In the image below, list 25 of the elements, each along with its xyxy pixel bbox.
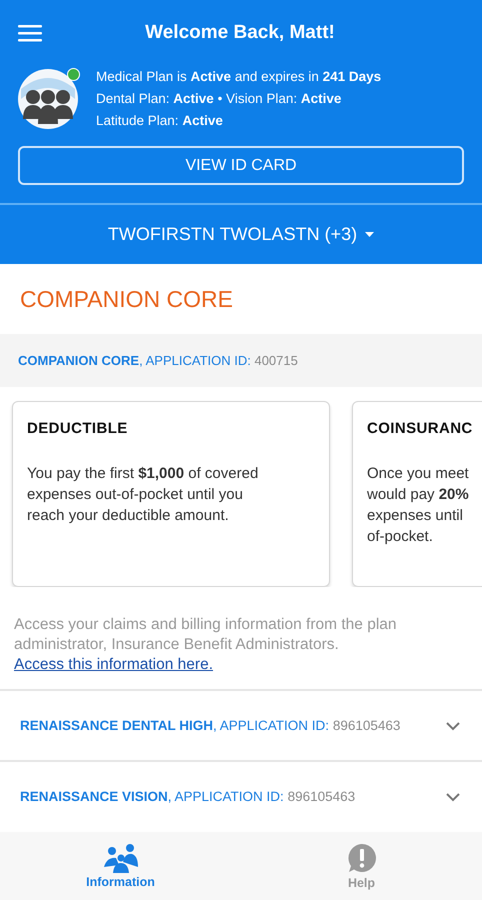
help-icon — [346, 842, 378, 874]
card-title: DEDUCTIBLE — [27, 420, 129, 437]
people-icon — [102, 843, 138, 873]
group-avatar-icon — [18, 69, 78, 129]
application-id-text: COMPANION CORE, APPLICATION ID: 400715 — [18, 353, 298, 368]
nav-label: Information — [86, 875, 155, 889]
plan-row[interactable]: RENAISSANCE DENTAL HIGH, APPLICATION ID: 896105463 — [0, 689, 482, 760]
plan-name-text: RENAISSANCE DENTAL HIGH, APPLICATION ID: 896105463 — [20, 716, 402, 734]
plan-status-text: Dental Plan: Active • Vision Plan: Active — [96, 90, 342, 108]
plan-title: COMPANION CORE — [19, 285, 234, 314]
plan-status-text: Medical Plan is Active and expires in 241 Days — [96, 68, 382, 86]
nav-label: Help — [348, 876, 376, 890]
menu-icon[interactable] — [18, 24, 42, 42]
access-info-link[interactable]: Access this information here. — [14, 656, 214, 673]
welcome-title: Welcome Back, Matt! — [144, 22, 336, 44]
claims-notice-text: Access your claims and billing information from the plan administrator, Insurance Benefit Administrators. Access this information here. — [13, 615, 398, 675]
view-id-card-button[interactable]: VIEW ID CARD — [18, 146, 464, 185]
card-description: You pay the first $1,000 of covered expenses out-of-pocket until you reach your deductible amount. — [27, 464, 260, 526]
card-description: Once you meet would pay 20% expenses until of-pocket. — [367, 464, 470, 547]
plan-status-text: Latitude Plan: Active — [96, 112, 224, 130]
card-title: COINSURANC — [367, 420, 474, 437]
nav-tab[interactable]: Help — [241, 832, 482, 900]
nav-tab[interactable]: Information — [0, 832, 241, 900]
plan-name-text: RENAISSANCE VISION, APPLICATION ID: 896105463 — [20, 788, 356, 806]
caret-icon — [365, 232, 374, 237]
